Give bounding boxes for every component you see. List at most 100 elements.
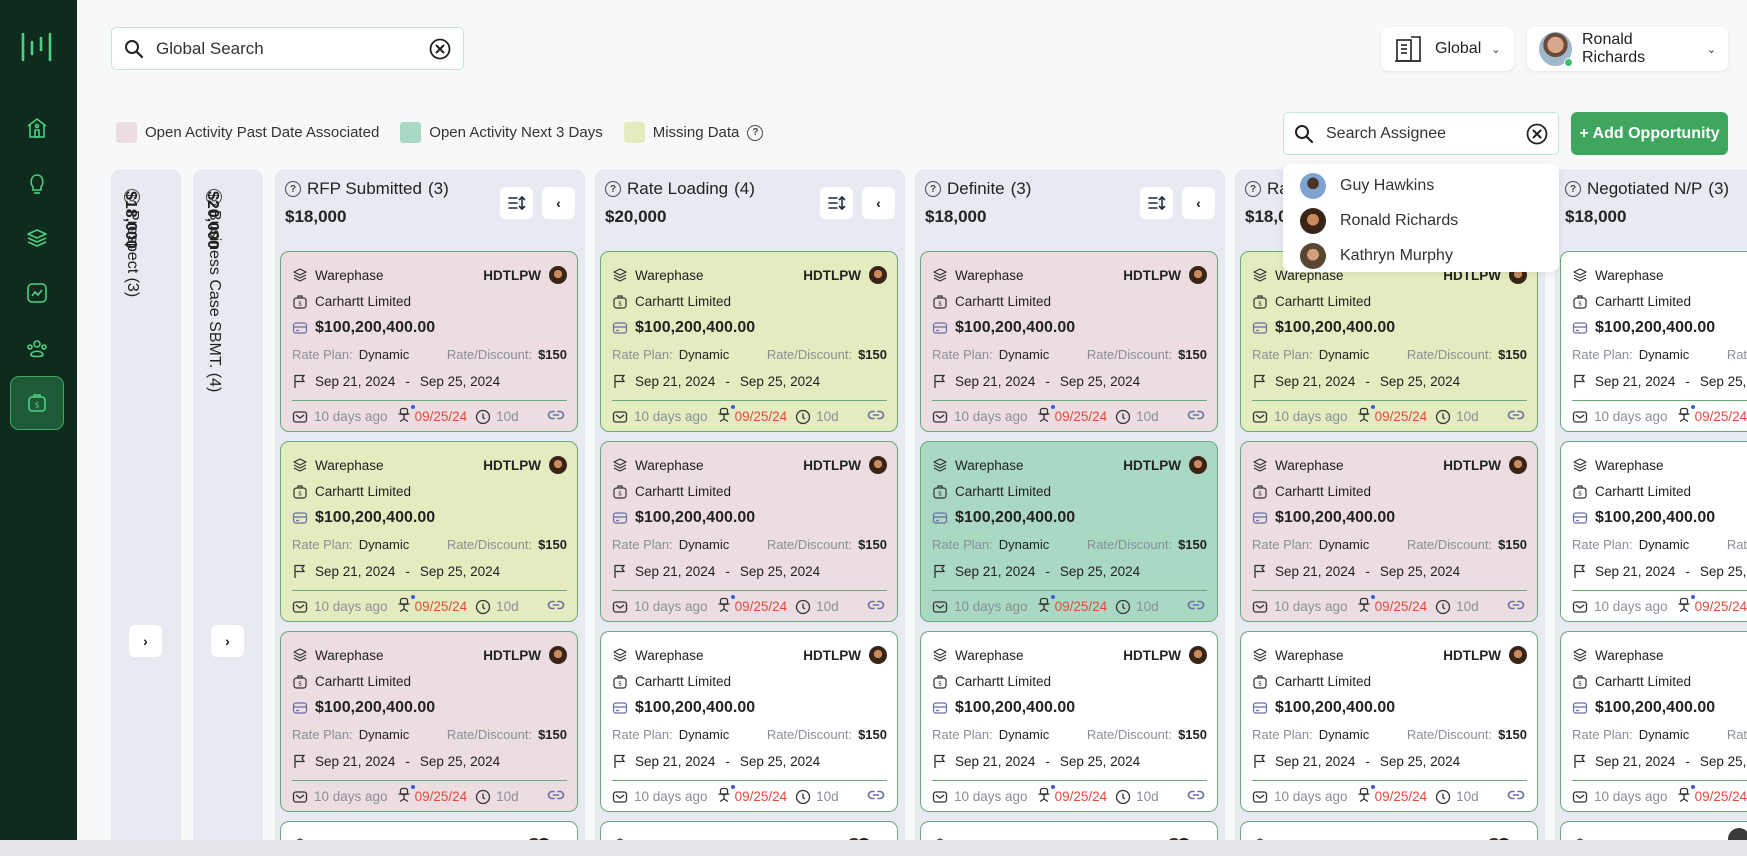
- assignee-option[interactable]: Ronald Richards: [1283, 203, 1559, 238]
- sort-column-button[interactable]: [1140, 187, 1173, 219]
- opportunity-card[interactable]: Warephase HDTLPW $ Carhartt Limited $100…: [280, 441, 578, 622]
- flag-icon: [294, 565, 306, 579]
- user-menu[interactable]: Ronald Richards ⌄: [1527, 27, 1728, 71]
- rate-discount-value: $150: [858, 727, 887, 743]
- sidebar-item-ideas[interactable]: [10, 156, 64, 210]
- sort-column-button[interactable]: [820, 187, 853, 219]
- opportunity-card[interactable]: Warephase HDTLPW $ Carhartt Limited $100…: [1240, 251, 1538, 432]
- assignee-avatar[interactable]: [549, 456, 567, 475]
- assignee-avatar[interactable]: [549, 646, 567, 665]
- sidebar-item-home[interactable]: [10, 101, 64, 155]
- clock-icon: [1115, 599, 1131, 614]
- assignee-avatar[interactable]: [1189, 266, 1207, 285]
- assignee-avatar[interactable]: [869, 646, 887, 665]
- horizontal-scrollbar[interactable]: [0, 840, 1747, 856]
- assignee-option[interactable]: Kathryn Murphy: [1283, 238, 1559, 273]
- start-date: Sep 21, 2024: [315, 563, 396, 579]
- opportunity-card[interactable]: Warephase HDTLPW $ Carhartt Limited $100…: [1240, 631, 1538, 812]
- opportunity-card[interactable]: Warephase HDTLPW $ Carhartt Limited $100…: [280, 251, 578, 432]
- scan-icon[interactable]: [1728, 828, 1747, 840]
- clear-assignee-icon[interactable]: [1526, 123, 1548, 145]
- link-icon[interactable]: [1187, 599, 1205, 614]
- property-selector[interactable]: Global ⌄: [1381, 27, 1514, 71]
- notification-dot: [1690, 405, 1695, 409]
- clear-search-icon[interactable]: [429, 38, 451, 60]
- property-selector-label: Global: [1435, 40, 1482, 57]
- sidebar-item-team[interactable]: [10, 321, 64, 375]
- app-logo[interactable]: [20, 30, 54, 64]
- assignee-avatar[interactable]: [869, 456, 887, 475]
- card-code: HDTLPW: [803, 267, 861, 283]
- help-icon[interactable]: ?: [925, 181, 941, 197]
- link-icon[interactable]: [1507, 599, 1525, 614]
- assignee-avatar[interactable]: [1509, 456, 1527, 475]
- help-icon[interactable]: ?: [605, 181, 621, 197]
- expand-column-button[interactable]: ›: [211, 625, 244, 657]
- assignee-avatar[interactable]: [1189, 646, 1207, 665]
- assignee-avatar[interactable]: [869, 266, 887, 285]
- assignee-search-input[interactable]: Search Assignee: [1326, 125, 1526, 143]
- assignee-avatar[interactable]: [1189, 456, 1207, 475]
- opportunity-card[interactable]: Warephase HDTLPW $ Carhartt Limited $100…: [1560, 441, 1747, 622]
- opportunity-card[interactable]: Warephase HDTLPW +3: [920, 821, 1218, 840]
- rate-discount-label: Rate/Discount:: [766, 537, 853, 553]
- money-bag-icon: $: [28, 394, 46, 412]
- rate-plan-value: Dynamic: [998, 537, 1050, 553]
- link-icon[interactable]: [867, 409, 885, 424]
- opportunity-card[interactable]: Warephase HDTLPW +3: [1560, 821, 1747, 840]
- collapse-column-button[interactable]: ‹: [1182, 187, 1215, 219]
- assignee-avatar[interactable]: [549, 266, 567, 285]
- card-brand: Warephase: [1275, 457, 1344, 473]
- help-icon[interactable]: ?: [1565, 181, 1581, 197]
- last-contact: 10 days ago: [314, 409, 388, 424]
- collapse-column-button[interactable]: ‹: [862, 187, 895, 219]
- opportunity-card[interactable]: Warephase HDTLPW $ Carhartt Limited $100…: [600, 631, 898, 812]
- link-icon[interactable]: [867, 599, 885, 614]
- help-icon[interactable]: ?: [285, 181, 301, 197]
- opportunity-card[interactable]: Warephase HDTLPW $ Carhartt Limited $100…: [920, 631, 1218, 812]
- link-icon[interactable]: [547, 599, 565, 614]
- link-icon[interactable]: [1507, 409, 1525, 424]
- global-search[interactable]: Global Search: [111, 27, 464, 70]
- assignee-avatar[interactable]: [1509, 646, 1527, 665]
- flag-icon: [294, 375, 306, 389]
- link-icon[interactable]: [547, 789, 565, 804]
- sidebar-item-opportunities[interactable]: $: [10, 376, 64, 430]
- link-icon[interactable]: [867, 789, 885, 804]
- link-icon[interactable]: [1507, 789, 1525, 804]
- opportunity-card[interactable]: Warephase HDTLPW +3: [280, 821, 578, 840]
- sidebar-item-analytics[interactable]: [10, 266, 64, 320]
- help-icon[interactable]: ?: [1245, 181, 1261, 197]
- opportunity-card[interactable]: Warephase HDTLPW $ Carhartt Limited $100…: [920, 251, 1218, 432]
- opportunity-card[interactable]: Warephase HDTLPW $ Carhartt Limited $100…: [1560, 251, 1747, 432]
- link-icon[interactable]: [1187, 409, 1205, 424]
- expand-column-button[interactable]: ›: [129, 625, 162, 657]
- link-icon[interactable]: [1187, 789, 1205, 804]
- chair-icon: [718, 407, 730, 423]
- add-opportunity-button[interactable]: + Add Opportunity: [1571, 112, 1728, 155]
- start-date: Sep 21, 2024: [955, 753, 1036, 769]
- date-separator: -: [1365, 753, 1370, 769]
- rate-discount-label: Rate/Discount:: [446, 727, 533, 743]
- notification-dot: [1050, 785, 1055, 789]
- opportunity-card[interactable]: Warephase HDTLPW $ Carhartt Limited $100…: [920, 441, 1218, 622]
- sort-column-button[interactable]: [500, 187, 533, 219]
- opportunity-card[interactable]: Warephase HDTLPW $ Carhartt Limited $100…: [280, 631, 578, 812]
- card-company: Carhartt Limited: [1595, 484, 1692, 500]
- opportunity-card[interactable]: Warephase HDTLPW $ Carhartt Limited $100…: [600, 441, 898, 622]
- opportunity-card[interactable]: Warephase HDTLPW +3: [600, 821, 898, 840]
- opportunity-card[interactable]: Warephase HDTLPW $ Carhartt Limited $100…: [1240, 441, 1538, 622]
- global-search-input[interactable]: Global Search: [156, 39, 429, 59]
- collapse-column-button[interactable]: ‹: [542, 187, 575, 219]
- assignee-option[interactable]: Guy Hawkins: [1283, 168, 1559, 203]
- opportunity-card[interactable]: Warephase HDTLPW $ Carhartt Limited $100…: [1560, 631, 1747, 812]
- assignee-search[interactable]: Search Assignee: [1283, 112, 1559, 155]
- date-separator: -: [1685, 563, 1690, 579]
- sidebar-item-layers[interactable]: [10, 211, 64, 265]
- help-icon[interactable]: ?: [747, 124, 764, 141]
- opportunity-card[interactable]: Warephase HDTLPW $ Carhartt Limited $100…: [600, 251, 898, 432]
- link-icon[interactable]: [547, 409, 565, 424]
- card-value: $100,200,400.00: [955, 509, 1076, 527]
- opportunity-card[interactable]: Warephase HDTLPW +3: [1240, 821, 1538, 840]
- start-date: Sep 21, 2024: [1595, 753, 1676, 769]
